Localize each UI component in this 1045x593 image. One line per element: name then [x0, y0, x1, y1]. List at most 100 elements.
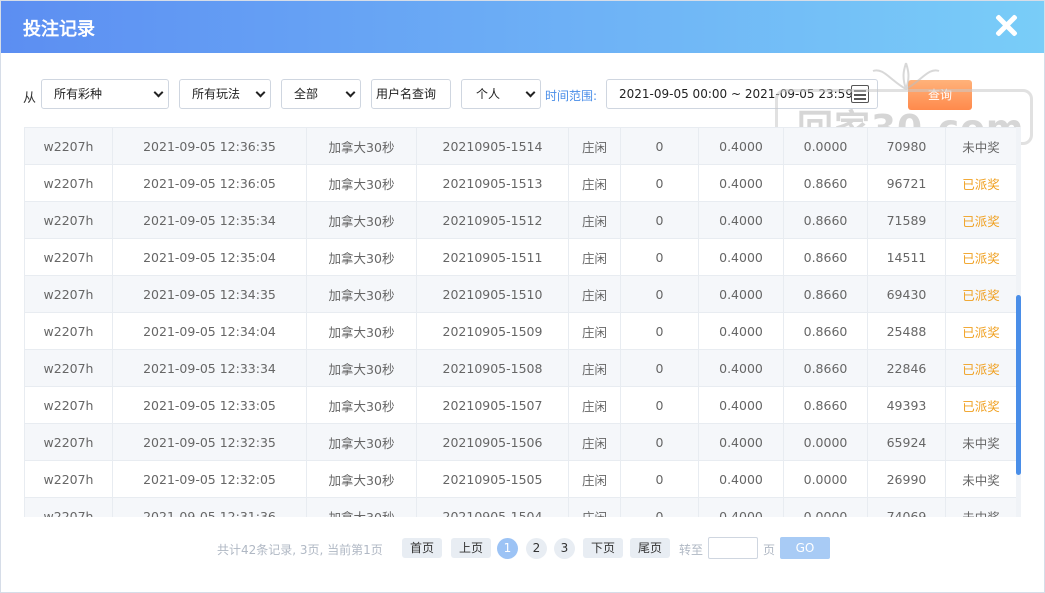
table-row[interactable]: w2207h 2021-09-05 12:31:36 加拿大30秒 20210905-… [24, 497, 1016, 517]
cell-lottery: 加拿大30秒 [306, 238, 417, 276]
cell-bet-amount: 0 [620, 238, 699, 276]
cell-payout: 0.8660 [783, 201, 868, 239]
cell-bet-time: 2021-09-05 12:36:35 [112, 127, 307, 165]
cell-payout: 0.8660 [783, 386, 868, 424]
cell-amount: 0.4000 [698, 238, 784, 276]
table-row[interactable]: w2207h 2021-09-05 12:35:04 加拿大30秒 20210905-… [24, 238, 1016, 276]
first-page-button[interactable]: 首页 [402, 538, 442, 558]
table-scrollbar-thumb[interactable] [1016, 295, 1021, 475]
username-placeholder: 用户名查询 [376, 87, 437, 101]
cell-amount: 0.4000 [698, 201, 784, 239]
cell-lottery: 加拿大30秒 [306, 497, 417, 517]
cell-username: w2207h [24, 201, 113, 239]
cell-status: 已派奖 [945, 312, 1016, 350]
page-3-button[interactable]: 3 [554, 538, 575, 559]
date-range-value: 2021-09-05 00:00 ~ 2021-09-05 23:59 [619, 87, 853, 101]
table-row[interactable]: w2207h 2021-09-05 12:36:05 加拿大30秒 20210905-… [24, 164, 1016, 202]
cell-payout: 0.8660 [783, 164, 868, 202]
cell-issue-no: 20210905-1513 [416, 164, 569, 202]
cell-status: 未中奖 [945, 423, 1016, 461]
lottery-select-value: 所有彩种 [54, 87, 103, 101]
cell-bet-id: 96721 [867, 164, 946, 202]
prev-page-button[interactable]: 上页 [451, 538, 491, 558]
status-select[interactable]: 全部 [281, 79, 361, 109]
username-input[interactable]: 用户名查询 [371, 79, 451, 109]
cell-lottery: 加拿大30秒 [306, 201, 417, 239]
cell-payout: 0.0000 [783, 127, 868, 165]
cell-status: 未中奖 [945, 460, 1016, 498]
cell-status: 已派奖 [945, 201, 1016, 239]
cell-bet-time: 2021-09-05 12:32:35 [112, 423, 307, 461]
cell-issue-no: 20210905-1506 [416, 423, 569, 461]
cell-status: 已派奖 [945, 349, 1016, 387]
cell-status: 已派奖 [945, 238, 1016, 276]
cell-issue-no: 20210905-1504 [416, 497, 569, 517]
table-row[interactable]: w2207h 2021-09-05 12:32:05 加拿大30秒 20210905-… [24, 460, 1016, 498]
cell-amount: 0.4000 [698, 312, 784, 350]
page-2-button[interactable]: 2 [526, 538, 547, 559]
cell-username: w2207h [24, 275, 113, 313]
cell-bet-time: 2021-09-05 12:35:04 [112, 238, 307, 276]
cell-bet-amount: 0 [620, 423, 699, 461]
cell-bet-time: 2021-09-05 12:35:34 [112, 201, 307, 239]
pagination-summary: 共计42条记录, 3页, 当前第1页 [217, 543, 383, 557]
date-range-input[interactable]: 2021-09-05 00:00 ~ 2021-09-05 23:59 [606, 79, 878, 109]
cell-amount: 0.4000 [698, 275, 784, 313]
table-row[interactable]: w2207h 2021-09-05 12:36:35 加拿大30秒 20210905-… [24, 127, 1016, 165]
cell-payout: 0.0000 [783, 497, 868, 517]
cell-amount: 0.4000 [698, 460, 784, 498]
time-range-label: 时间范围: [545, 89, 598, 103]
cell-username: w2207h [24, 497, 113, 517]
play-select[interactable]: 所有玩法 [179, 79, 271, 109]
go-button[interactable]: GO [780, 537, 830, 559]
cell-bet-time: 2021-09-05 12:34:04 [112, 312, 307, 350]
table-row[interactable]: w2207h 2021-09-05 12:32:35 加拿大30秒 20210905-… [24, 423, 1016, 461]
table-row[interactable]: w2207h 2021-09-05 12:34:04 加拿大30秒 20210905-… [24, 312, 1016, 350]
play-select-value: 所有玩法 [192, 87, 241, 101]
cell-play: 庄闲 [568, 423, 621, 461]
close-icon[interactable] [994, 13, 1018, 37]
cell-play: 庄闲 [568, 201, 621, 239]
cell-issue-no: 20210905-1507 [416, 386, 569, 424]
cell-issue-no: 20210905-1514 [416, 127, 569, 165]
query-button[interactable]: 查询 [908, 80, 972, 110]
cell-bet-id: 65924 [867, 423, 946, 461]
cell-play: 庄闲 [568, 386, 621, 424]
records-table-wrap: w2207h 2021-09-05 12:36:35 加拿大30秒 20210905-… [24, 127, 1016, 517]
cell-play: 庄闲 [568, 238, 621, 276]
goto-label: 转至 [679, 543, 704, 557]
last-page-button[interactable]: 尾页 [630, 538, 670, 558]
lottery-select[interactable]: 所有彩种 [41, 79, 169, 109]
cell-play: 庄闲 [568, 497, 621, 517]
cell-payout: 0.8660 [783, 238, 868, 276]
next-page-button[interactable]: 下页 [583, 538, 623, 558]
calendar-icon[interactable] [851, 85, 869, 103]
cell-bet-time: 2021-09-05 12:31:36 [112, 497, 307, 517]
chevron-down-icon [345, 87, 356, 98]
cell-payout: 0.0000 [783, 423, 868, 461]
page-1-button[interactable]: 1 [497, 538, 518, 559]
scope-select[interactable]: 个人 [461, 79, 541, 109]
cell-lottery: 加拿大30秒 [306, 312, 417, 350]
cell-amount: 0.4000 [698, 127, 784, 165]
table-row[interactable]: w2207h 2021-09-05 12:33:34 加拿大30秒 20210905-… [24, 349, 1016, 387]
cell-payout: 0.0000 [783, 460, 868, 498]
cell-bet-amount: 0 [620, 497, 699, 517]
cell-lottery: 加拿大30秒 [306, 127, 417, 165]
cell-username: w2207h [24, 238, 113, 276]
cell-status: 已派奖 [945, 275, 1016, 313]
page-unit-label: 页 [763, 543, 776, 557]
table-row[interactable]: w2207h 2021-09-05 12:33:05 加拿大30秒 20210905-… [24, 386, 1016, 424]
cell-play: 庄闲 [568, 312, 621, 350]
cell-amount: 0.4000 [698, 497, 784, 517]
cell-lottery: 加拿大30秒 [306, 275, 417, 313]
cell-play: 庄闲 [568, 275, 621, 313]
goto-page-input[interactable] [708, 537, 758, 559]
cell-username: w2207h [24, 164, 113, 202]
cell-issue-no: 20210905-1511 [416, 238, 569, 276]
table-row[interactable]: w2207h 2021-09-05 12:34:35 加拿大30秒 20210905-… [24, 275, 1016, 313]
cell-bet-amount: 0 [620, 201, 699, 239]
cell-bet-time: 2021-09-05 12:32:05 [112, 460, 307, 498]
table-row[interactable]: w2207h 2021-09-05 12:35:34 加拿大30秒 20210905-… [24, 201, 1016, 239]
cell-bet-id: 22846 [867, 349, 946, 387]
